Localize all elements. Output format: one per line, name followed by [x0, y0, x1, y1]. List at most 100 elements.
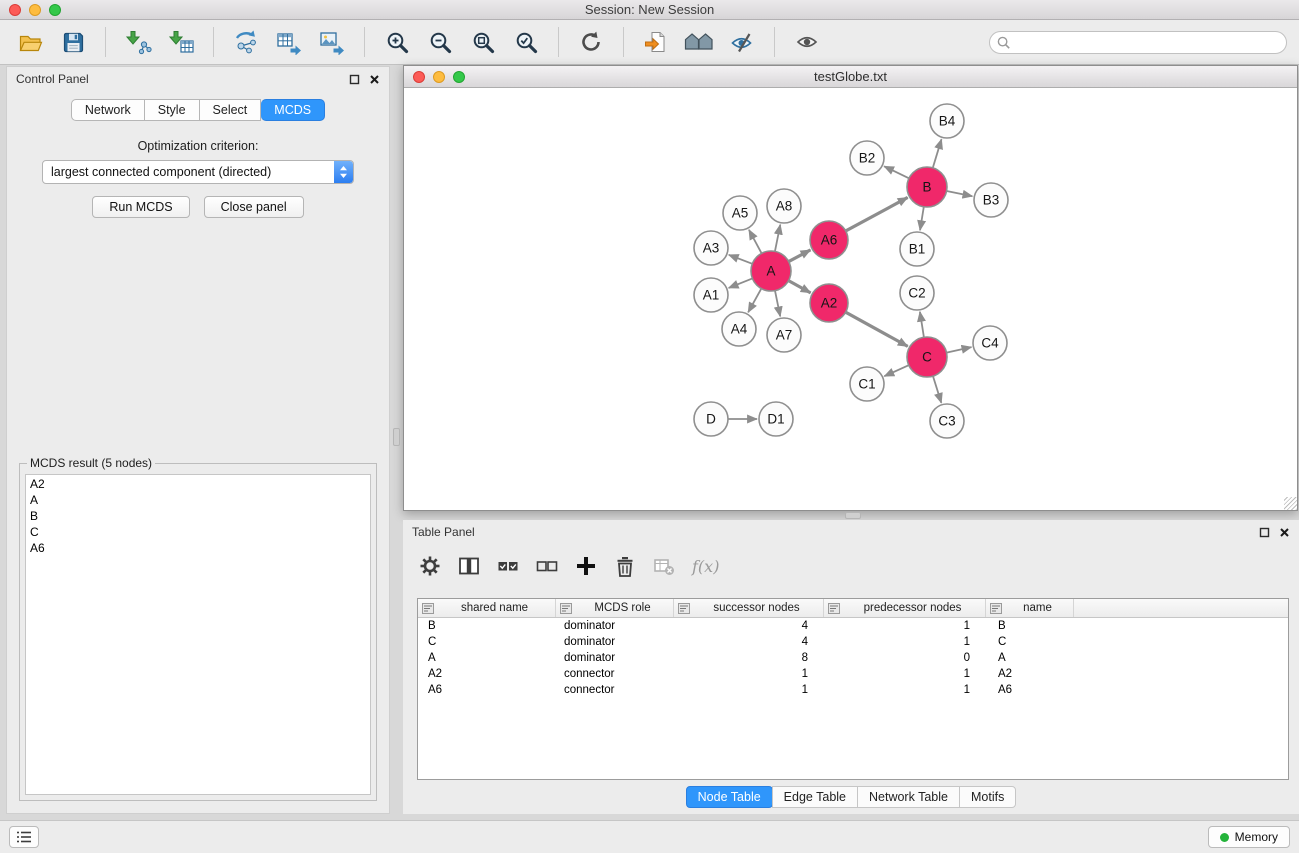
graph-edge-A6-B[interactable]	[846, 197, 908, 230]
control-panel-tab-mcds[interactable]: MCDS	[261, 99, 325, 121]
graph-node-C3[interactable]: C3	[930, 404, 964, 438]
graph-node-A5[interactable]: A5	[723, 196, 757, 230]
network-maximize-button[interactable]	[453, 71, 465, 83]
table-row[interactable]: A6connector11A6	[418, 682, 1288, 698]
delete-table-button[interactable]	[653, 556, 675, 576]
graph-edge-A-A7[interactable]	[775, 291, 780, 317]
float-panel-button[interactable]	[349, 74, 360, 85]
table-tab-edge-table[interactable]: Edge Table	[772, 786, 858, 808]
table-cell[interactable]: 8	[674, 652, 824, 664]
table-tab-network-table[interactable]: Network Table	[857, 786, 960, 808]
control-panel-tab-style[interactable]: Style	[145, 99, 200, 121]
export-image-button[interactable]	[314, 24, 350, 60]
graph-node-A2[interactable]: A2	[810, 284, 848, 322]
zoom-selected-button[interactable]	[508, 24, 544, 60]
save-session-button[interactable]	[55, 24, 91, 60]
zoom-in-button[interactable]	[379, 24, 415, 60]
table-row[interactable]: A2connector11A2	[418, 666, 1288, 682]
open-recent-session-button[interactable]	[638, 24, 674, 60]
mcds-result-item[interactable]: C	[26, 524, 370, 540]
select-all-button[interactable]	[497, 556, 519, 576]
column-header-successor-nodes[interactable]: successor nodes	[674, 599, 824, 617]
mcds-result-item[interactable]: A6	[26, 540, 370, 556]
refresh-view-button[interactable]	[573, 24, 609, 60]
table-cell[interactable]: B	[986, 620, 1074, 632]
graph-node-C2[interactable]: C2	[900, 276, 934, 310]
show-column-button[interactable]	[458, 555, 480, 577]
graph-node-D[interactable]: D	[694, 402, 728, 436]
table-row[interactable]: Adominator80A	[418, 650, 1288, 666]
table-tab-motifs[interactable]: Motifs	[959, 786, 1016, 808]
graph-edge-C-C1[interactable]	[884, 365, 908, 376]
column-header-shared-name[interactable]: shared name	[418, 599, 556, 617]
network-window-titlebar[interactable]: testGlobe.txt	[404, 66, 1297, 88]
float-table-panel-button[interactable]	[1259, 527, 1270, 538]
graph-edge-B-B1[interactable]	[920, 207, 924, 230]
table-cell[interactable]: C	[418, 636, 556, 648]
mcds-result-item[interactable]: B	[26, 508, 370, 524]
table-cell[interactable]: connector	[556, 668, 674, 680]
home-button[interactable]	[681, 24, 717, 60]
create-column-button[interactable]	[575, 555, 597, 577]
table-cell[interactable]: 1	[674, 668, 824, 680]
graph-edge-A-A2[interactable]	[789, 281, 811, 293]
table-cell[interactable]: 1	[824, 668, 986, 680]
graph-edge-A-A8[interactable]	[775, 225, 780, 252]
graph-node-D1[interactable]: D1	[759, 402, 793, 436]
column-header-MCDS-role[interactable]: MCDS role	[556, 599, 674, 617]
network-minimize-button[interactable]	[433, 71, 445, 83]
table-row[interactable]: Bdominator41B	[418, 618, 1288, 634]
graph-edge-B-B4[interactable]	[933, 139, 942, 168]
fullscreen-window-button[interactable]	[49, 4, 61, 16]
graphics-details-button[interactable]	[724, 24, 760, 60]
table-cell[interactable]: C	[986, 636, 1074, 648]
resize-grip[interactable]	[1284, 497, 1297, 510]
graph-edge-C-C2[interactable]	[920, 312, 924, 337]
network-canvas[interactable]: B4B2BB3A5A8A6B1A3AC2A1A2A4A7C4CC1C3DD1	[404, 88, 1297, 510]
criterion-select[interactable]: largest connected component (directed)	[42, 160, 354, 184]
table-cell[interactable]: dominator	[556, 620, 674, 632]
mcds-result-item[interactable]: A2	[26, 476, 370, 492]
run-mcds-button[interactable]: Run MCDS	[92, 196, 189, 218]
column-header-name[interactable]: name	[986, 599, 1074, 617]
table-tab-node-table[interactable]: Node Table	[686, 786, 773, 808]
graph-node-A[interactable]: A	[751, 251, 791, 291]
graph-edge-A-A1[interactable]	[729, 278, 753, 288]
graph-edge-A2-C[interactable]	[846, 312, 908, 346]
task-history-button[interactable]	[9, 826, 39, 848]
graph-node-B2[interactable]: B2	[850, 141, 884, 175]
show-view-button[interactable]	[789, 24, 825, 60]
graph-node-C4[interactable]: C4	[973, 326, 1007, 360]
close-panel-button[interactable]	[369, 74, 380, 85]
graph-edge-C-C3[interactable]	[933, 376, 941, 403]
table-cell[interactable]: A6	[418, 684, 556, 696]
graph-edge-B-B3[interactable]	[947, 191, 973, 196]
close-window-button[interactable]	[9, 4, 21, 16]
graph-node-A8[interactable]: A8	[767, 189, 801, 223]
graph-node-A6[interactable]: A6	[810, 221, 848, 259]
graph-node-B1[interactable]: B1	[900, 232, 934, 266]
memory-button[interactable]: Memory	[1208, 826, 1290, 848]
export-table-button[interactable]	[271, 24, 307, 60]
graph-edge-A-A5[interactable]	[749, 230, 762, 254]
table-settings-button[interactable]	[419, 555, 441, 577]
export-network-button[interactable]	[228, 24, 264, 60]
table-cell[interactable]: A	[986, 652, 1074, 664]
search-input[interactable]	[1015, 35, 1279, 49]
close-mcds-panel-button[interactable]: Close panel	[204, 196, 304, 218]
graph-node-C[interactable]: C	[907, 337, 947, 377]
control-panel-tab-network[interactable]: Network	[71, 99, 145, 121]
zoom-out-button[interactable]	[422, 24, 458, 60]
graph-node-B4[interactable]: B4	[930, 104, 964, 138]
column-header-predecessor-nodes[interactable]: predecessor nodes	[824, 599, 986, 617]
table-cell[interactable]: 4	[674, 620, 824, 632]
open-file-button[interactable]	[12, 24, 48, 60]
table-cell[interactable]: connector	[556, 684, 674, 696]
table-cell[interactable]: 1	[674, 684, 824, 696]
zoom-fit-button[interactable]	[465, 24, 501, 60]
graph-node-A3[interactable]: A3	[694, 231, 728, 265]
table-cell[interactable]: A	[418, 652, 556, 664]
table-cell[interactable]: dominator	[556, 652, 674, 664]
graph-edge-A-A6[interactable]	[789, 250, 811, 262]
import-network-button[interactable]	[120, 24, 156, 60]
